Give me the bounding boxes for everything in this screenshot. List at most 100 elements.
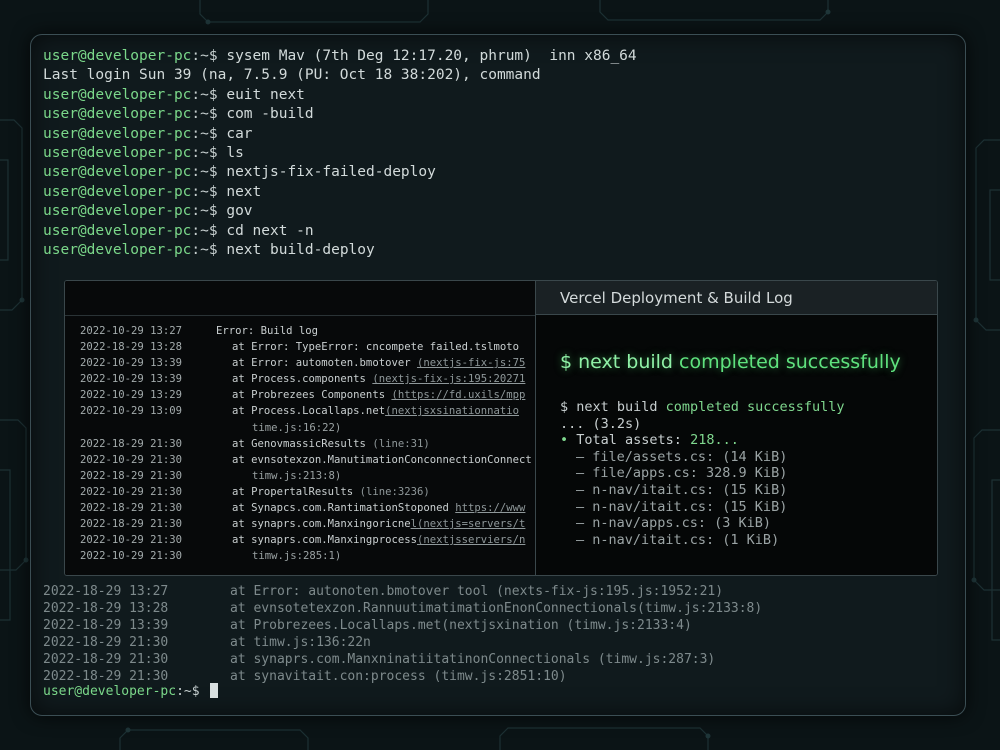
prompt-user: user@developer-pc bbox=[43, 183, 192, 200]
build-status: completed successfully bbox=[665, 399, 845, 415]
terminal-window[interactable]: user@developer-pc:~$ sysem Mav (7th Deg … bbox=[30, 34, 966, 716]
terminal-line: user@developer-pc:~$ next bbox=[43, 183, 637, 202]
build-log-overlay: 2022-10-29 13:27 Error: Build log 2022-18-… bbox=[64, 280, 938, 576]
prompt-symbol: :~$ bbox=[191, 222, 218, 239]
asset-item: – n-nav/apps.cs: (3 KiB) bbox=[576, 515, 772, 532]
log-message: time.js:16:22) bbox=[252, 420, 341, 436]
asset-item: – n-nav/itait.cs: (15 KiB) bbox=[576, 498, 788, 515]
log-source-link[interactable]: l(nextjs=servers/t bbox=[411, 518, 526, 530]
prompt-symbol: :~$ bbox=[191, 144, 218, 161]
log-timestamp: 2022-10-29 13:09 bbox=[80, 405, 183, 418]
command-text: nextjs-fix-failed-deploy bbox=[217, 164, 436, 181]
terminal-line: user@developer-pc:~$ car bbox=[43, 125, 637, 144]
log-text: at Error: TypeError: cncompete failed.ts… bbox=[232, 341, 520, 354]
prompt-symbol: :~$ bbox=[191, 203, 218, 220]
log-text: at synaprs.com.Manxingprocess bbox=[232, 534, 417, 547]
total-assets-line: • Total assets: 218... bbox=[560, 432, 844, 449]
terminal-line: Last login Sun 39 (na, 7.5.9 (PU: Oct 18… bbox=[43, 66, 637, 85]
trace-message: at evnsotetexzon.RannuutimatimationEnonC… bbox=[230, 601, 763, 616]
log-timestamp: 2022-18-29 21:30 bbox=[80, 469, 183, 482]
asset-list: – file/assets.cs: (14 KiB) – file/apps.cs… bbox=[560, 449, 844, 549]
log-text: at Synapcs.com.RantimationStoponed bbox=[232, 502, 456, 515]
prompt-user: user@developer-pc bbox=[43, 48, 192, 64]
command-text: next build-deploy bbox=[217, 241, 375, 258]
log-message: at Probrezees Components (https://fd.uxi… bbox=[232, 387, 525, 403]
log-source-link[interactable]: (https://fd.uxils/mpp bbox=[391, 389, 525, 401]
log-message: at evnsotexzon.ManutimationConconnection… bbox=[232, 452, 532, 468]
trace-message: at Probrezees.Locallaps.met(nextjsxinati… bbox=[230, 618, 692, 633]
log-timestamp: 2022-10-29 13:39 bbox=[80, 373, 183, 386]
terminal-line: user@developer-pc:~$ ls bbox=[43, 144, 637, 163]
build-log-pane[interactable]: 2022-10-29 13:27 Error: Build log 2022-18-… bbox=[65, 281, 535, 575]
log-text: at evnsotexzon.ManutimationConconnection… bbox=[232, 453, 532, 466]
log-text: at Process.components bbox=[232, 373, 373, 386]
log-timestamp: 2022-18-29 21:30 bbox=[80, 502, 183, 515]
deployment-pane[interactable]: Vercel Deployment & Build Log $ next bui… bbox=[536, 281, 937, 575]
command-text: next bbox=[217, 183, 262, 200]
prompt-user: user@developer-pc bbox=[43, 203, 192, 220]
output-text: Last login Sun 39 (na, 7.5.9 (PU: Oct 18… bbox=[43, 67, 541, 84]
total-assets-label: Total assets: bbox=[568, 432, 691, 449]
log-message: at Error: automoten.bmotover (nextjs-fix… bbox=[232, 355, 525, 371]
log-timestamp: 2022-10-29 13:29 bbox=[80, 389, 183, 402]
log-source-link[interactable]: (nextjs-fix-js:75 bbox=[417, 357, 525, 369]
active-prompt[interactable]: user@developer-pc:~$ bbox=[43, 683, 219, 700]
asset-item: – file/apps.cs: 328.9 KiB) bbox=[576, 465, 788, 482]
log-text: at Process.Locallaps.net bbox=[232, 405, 386, 418]
terminal-line: user@developer-pc:~$ sysem Mav (7th Deg … bbox=[43, 47, 637, 66]
trace-timestamp: 2022-18-29 13:39 bbox=[43, 618, 169, 633]
log-timestamp: 2022-10-29 21:30 bbox=[80, 453, 183, 466]
log-message: timw.js:285:1) bbox=[252, 548, 341, 564]
command-text: car bbox=[217, 125, 253, 142]
prompt-symbol: :~$ bbox=[191, 241, 218, 258]
headline-command: $ next build bbox=[560, 351, 673, 373]
prompt-user: user@developer-pc bbox=[43, 106, 192, 123]
log-message: Error: Build log bbox=[216, 323, 318, 339]
build-success-headline: $ next build completed successfully bbox=[560, 351, 901, 373]
headline-status: completed successfully bbox=[672, 351, 901, 373]
command-text: cd next -n bbox=[217, 222, 314, 239]
log-source-link[interactable]: (nextjsxsinationnatio bbox=[385, 405, 519, 417]
prompt-user: user@developer-pc bbox=[43, 144, 192, 161]
prompt-symbol: :~$ bbox=[176, 684, 200, 699]
deployment-title: Vercel Deployment & Build Log bbox=[536, 281, 937, 315]
asset-item: – file/assets.cs: (14 KiB) bbox=[576, 448, 788, 465]
terminal-line: user@developer-pc:~$ nextjs-fix-failed-d… bbox=[43, 163, 637, 182]
prompt-symbol: :~$ bbox=[191, 164, 218, 181]
log-text: Error: Build log bbox=[216, 325, 319, 337]
trace-timestamp: 2022-18-29 13:28 bbox=[43, 601, 169, 616]
total-assets-count: 218... bbox=[690, 432, 739, 449]
command-text: sysem Mav (7th Deg 12:17.20, phrum) inn … bbox=[217, 48, 637, 64]
log-text: at PropertalResults bbox=[232, 485, 360, 498]
build-log-header bbox=[65, 281, 535, 316]
terminal-line: user@developer-pc:~$ euit next bbox=[43, 86, 637, 105]
terminal-line: user@developer-pc:~$ cd next -n bbox=[43, 222, 637, 241]
prompt-user: user@developer-pc bbox=[43, 164, 192, 181]
log-text: timw.js:213:8) bbox=[252, 469, 342, 482]
prompt-user: user@developer-pc bbox=[43, 86, 192, 103]
log-timestamp: 2022-18-29 21:30 bbox=[80, 518, 183, 531]
log-text: at Error: automoten.bmotover bbox=[232, 357, 417, 370]
trace-timestamp: 2022-18-29 21:30 bbox=[43, 652, 169, 667]
log-text: time.js:16:22) bbox=[252, 421, 342, 434]
log-timestamp: 2022-10-29 21:30 bbox=[80, 550, 183, 563]
log-source-link[interactable]: https://www bbox=[455, 502, 525, 514]
log-message: at Synapcs.com.RantimationStoponed https… bbox=[232, 500, 525, 516]
log-source: (line:31) bbox=[372, 437, 430, 450]
trace-timestamp: 2022-18-29 21:30 bbox=[43, 635, 169, 650]
command-text: gov bbox=[217, 203, 253, 220]
prompt-symbol: :~$ bbox=[191, 86, 218, 103]
log-source: (line:3236) bbox=[359, 485, 430, 498]
log-message: at synaprs.com.Manxingoricnel(nextjs=ser… bbox=[232, 516, 525, 532]
command-text: euit next bbox=[217, 86, 305, 103]
prompt-user: user@developer-pc bbox=[43, 125, 192, 142]
prompt-symbol: :~$ bbox=[191, 183, 218, 200]
log-message: at Error: TypeError: cncompete failed.ts… bbox=[232, 339, 519, 355]
log-text: at GenovmassicResults bbox=[232, 437, 373, 450]
log-source-link[interactable]: (nextjs-fix-js:195:20271 bbox=[372, 373, 525, 385]
trace-message: at Error: autonoten.bmotover tool (nexts… bbox=[230, 584, 724, 599]
terminal-line: user@developer-pc:~$ gov bbox=[43, 202, 637, 221]
log-message: timw.js:213:8) bbox=[252, 468, 341, 484]
command-text: ls bbox=[217, 144, 244, 161]
log-source-link[interactable]: (nextjsserviers/n bbox=[417, 534, 525, 546]
